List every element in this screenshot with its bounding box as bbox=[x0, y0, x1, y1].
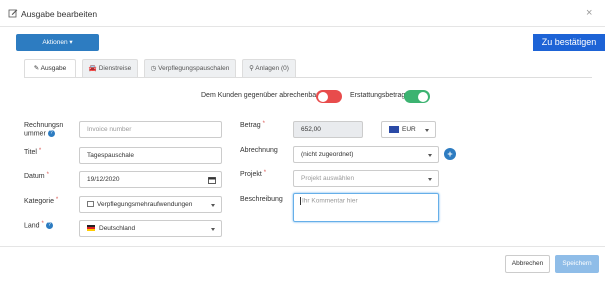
tab-meal-allowances[interactable]: ◷ Verpflegungspauschalen bbox=[144, 59, 236, 77]
eu-flag-icon bbox=[389, 125, 399, 133]
tab-business-trip[interactable]: 🚘 Dienstreise bbox=[82, 59, 138, 77]
invoice-number-label-cont: ummer ? bbox=[24, 130, 55, 137]
country-value: Deutschland bbox=[99, 225, 136, 232]
reimbursement-toggle[interactable] bbox=[404, 90, 430, 103]
save-button[interactable]: Speichern bbox=[555, 255, 599, 273]
add-billing-button[interactable]: + bbox=[444, 148, 456, 160]
chevron-down-icon bbox=[425, 129, 429, 132]
description-textarea[interactable]: Ihr Kommentar hier bbox=[293, 193, 439, 222]
amount-input[interactable]: 652,00 bbox=[293, 121, 363, 138]
edit-icon bbox=[8, 9, 18, 18]
help-icon[interactable]: ? bbox=[47, 130, 55, 137]
category-value: Verpflegungsmehraufwendungen bbox=[97, 201, 193, 208]
tab-meal-allowances-label: Verpflegungspauschalen bbox=[158, 65, 230, 72]
pencil-icon: ✎ bbox=[33, 65, 40, 72]
dialog-title: Ausgabe bearbeiten bbox=[21, 9, 98, 19]
tab-divider bbox=[24, 77, 592, 78]
country-label: Land * ? bbox=[24, 221, 53, 229]
chevron-down-icon bbox=[211, 228, 215, 231]
description-placeholder: Ihr Kommentar hier bbox=[302, 197, 358, 205]
reimbursement-label: Erstattungsbetrag bbox=[350, 92, 406, 99]
date-label: Datum * bbox=[24, 172, 49, 180]
chevron-down-icon bbox=[211, 204, 215, 207]
billing-select[interactable]: (nicht zugeordnet) bbox=[293, 146, 439, 163]
invoice-number-label: Rechnungsn bbox=[24, 122, 64, 129]
date-value: 19/12/2020 bbox=[87, 176, 120, 183]
edit-expense-dialog: Ausgabe bearbeiten × Aktionen ▾ Zu bestä… bbox=[0, 0, 605, 281]
close-icon[interactable]: × bbox=[586, 7, 592, 19]
description-label: Beschreibung bbox=[240, 196, 283, 203]
amount-label: Betrag * bbox=[240, 121, 265, 129]
billing-label: Abrechnung bbox=[240, 147, 278, 154]
project-label: Projekt * bbox=[240, 170, 267, 178]
tab-attachments-label: Anlagen (0) bbox=[255, 65, 289, 72]
help-icon[interactable]: ? bbox=[45, 222, 53, 229]
to-confirm-button[interactable]: Zu bestätigen bbox=[533, 34, 605, 51]
dialog-header: Ausgabe bearbeiten × bbox=[0, 0, 605, 27]
chevron-down-icon bbox=[428, 178, 432, 181]
category-icon bbox=[87, 201, 94, 208]
chevron-down-icon bbox=[428, 154, 432, 157]
car-icon: 🚘 bbox=[88, 65, 97, 72]
country-select[interactable]: Deutschland bbox=[79, 220, 222, 237]
date-input[interactable]: 19/12/2020 bbox=[79, 171, 222, 188]
bill-customer-toggle[interactable] bbox=[316, 90, 342, 103]
billing-value: (nicht zugeordnet) bbox=[301, 151, 354, 158]
category-label: Kategorie * bbox=[24, 197, 59, 205]
paperclip-icon: ⚲ bbox=[249, 65, 254, 72]
tab-expense-label: Ausgabe bbox=[40, 65, 67, 72]
project-placeholder: Projekt auswählen bbox=[301, 175, 355, 182]
tab-expense[interactable]: ✎ Ausgabe bbox=[24, 59, 76, 77]
project-select[interactable]: Projekt auswählen bbox=[293, 170, 439, 187]
germany-flag-icon bbox=[87, 225, 95, 232]
tab-business-trip-label: Dienstreise bbox=[98, 65, 132, 72]
footer-divider bbox=[0, 246, 605, 247]
calendar-icon[interactable] bbox=[208, 176, 216, 184]
title-label: Titel * bbox=[24, 148, 42, 156]
cancel-button[interactable]: Abbrechen bbox=[505, 255, 550, 273]
category-select[interactable]: Verpflegungsmehraufwendungen bbox=[79, 196, 222, 213]
clock-icon: ◷ bbox=[150, 65, 157, 72]
actions-button[interactable]: Aktionen ▾ bbox=[16, 34, 99, 51]
bill-customer-label: Dem Kunden gegenüber abrechenbar bbox=[201, 92, 319, 99]
invoice-number-input[interactable]: Invoice number bbox=[79, 121, 222, 138]
title-input[interactable]: Tagespauschale bbox=[79, 147, 222, 164]
currency-select[interactable]: EUR bbox=[381, 121, 436, 138]
tab-attachments[interactable]: ⚲ Anlagen (0) bbox=[242, 59, 296, 77]
currency-value: EUR bbox=[402, 126, 416, 133]
